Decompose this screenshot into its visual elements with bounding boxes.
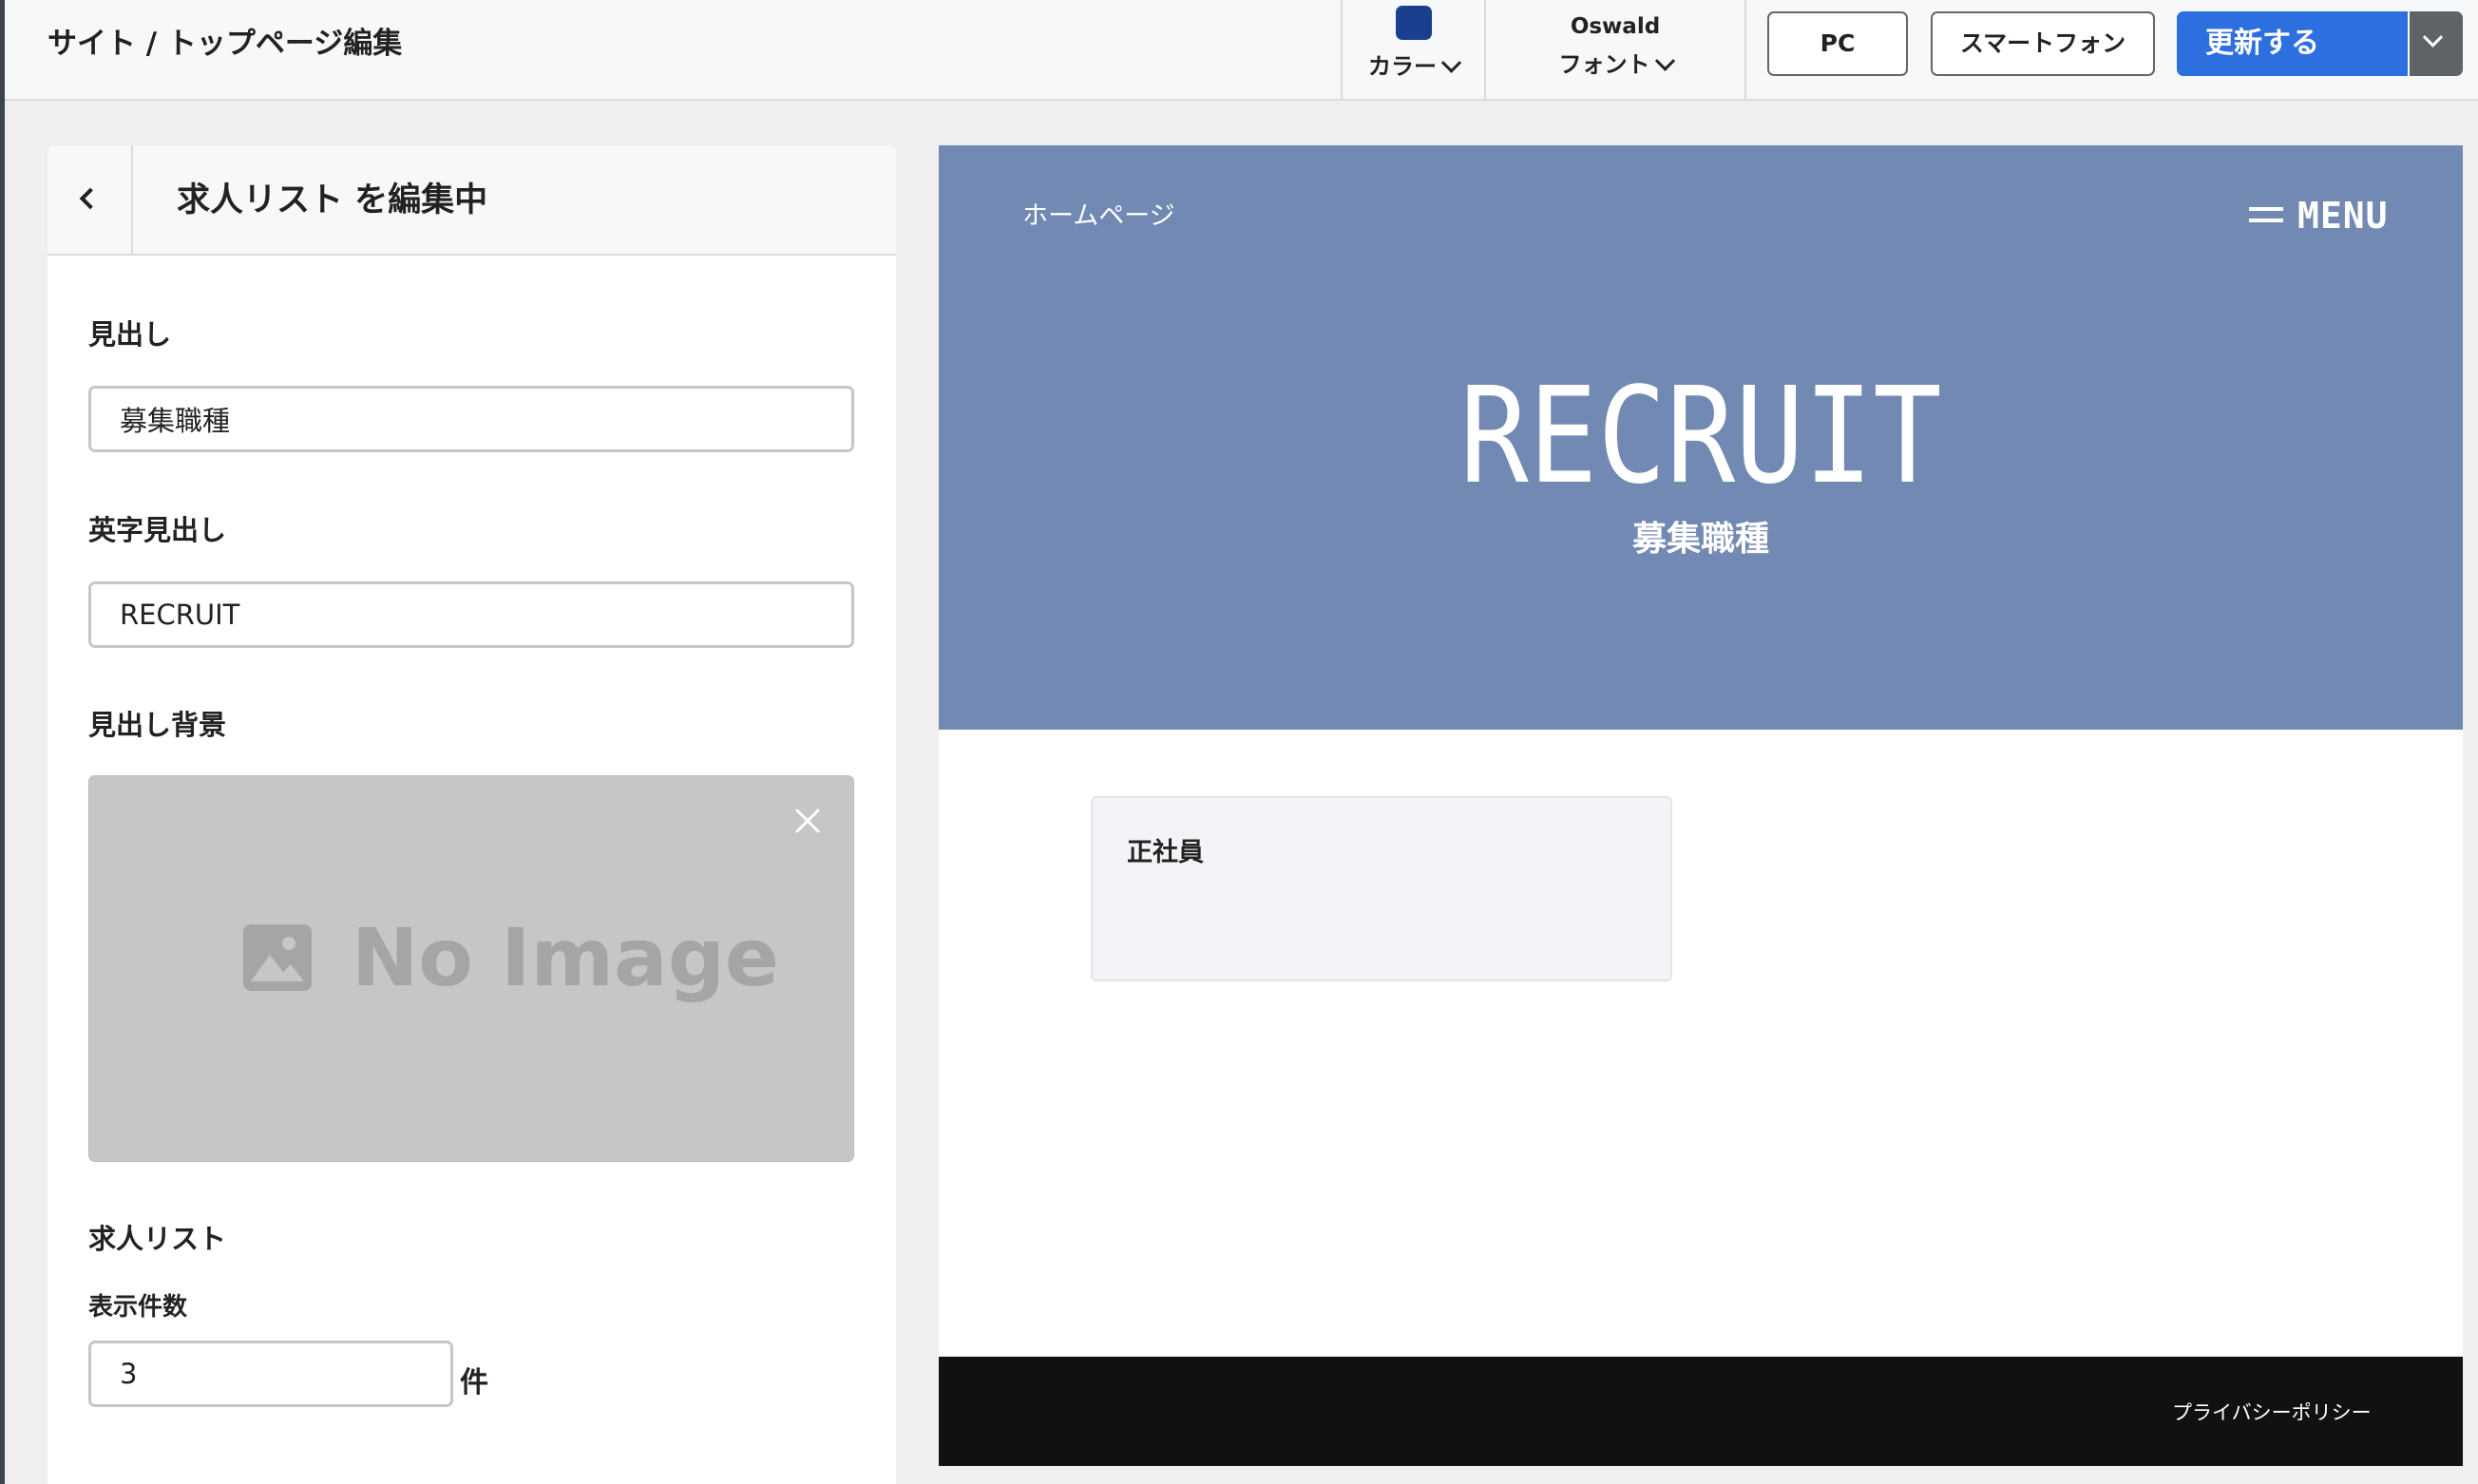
english-heading-input[interactable]	[88, 581, 854, 648]
preview-menu-button[interactable]: MENU	[2297, 194, 2389, 238]
heading-label: 見出し	[88, 318, 172, 351]
toolbar-divider	[1744, 0, 1746, 101]
color-swatch[interactable]	[1396, 6, 1432, 40]
breadcrumb: サイト / トップページ編集	[48, 27, 403, 61]
count-unit: 件	[460, 1366, 488, 1399]
image-placeholder-icon	[243, 924, 312, 991]
pc-view-button[interactable]: PC	[1767, 11, 1908, 76]
privacy-policy-link[interactable]: プライバシーポリシー	[2172, 1397, 2372, 1429]
job-card-title: 正社員	[1127, 838, 1204, 867]
close-icon[interactable]	[794, 808, 821, 834]
preview-job-card[interactable]	[1091, 796, 1672, 981]
panel-title: 求人リスト を編集中	[177, 181, 488, 219]
display-count-label: 表示件数	[88, 1293, 188, 1322]
no-image-text: No Image	[352, 911, 779, 1004]
preview-home-link[interactable]: ホームページ	[1022, 198, 1175, 236]
preview-title: RECRUIT	[1459, 359, 1942, 514]
font-dropdown-label: フォント	[1558, 51, 1650, 78]
font-dropdown[interactable]: フォント	[1486, 48, 1744, 82]
chevron-down-icon	[1440, 52, 1462, 73]
chevron-down-icon	[1654, 50, 1675, 71]
smartphone-view-button[interactable]: スマートフォン	[1931, 11, 2155, 76]
job-list-label: 求人リスト	[88, 1223, 227, 1255]
english-heading-label: 英字見出し	[88, 514, 227, 546]
hamburger-icon[interactable]	[2249, 205, 2283, 226]
window-edge	[0, 0, 5, 1484]
update-button[interactable]: 更新する	[2177, 11, 2408, 76]
font-name: Oswald	[1570, 14, 1661, 39]
color-dropdown[interactable]: カラー	[1343, 49, 1484, 84]
preview-subtitle: 募集職種	[1631, 520, 1769, 559]
heading-input[interactable]	[88, 386, 854, 452]
display-count-input[interactable]	[88, 1341, 453, 1407]
color-dropdown-label: カラー	[1368, 53, 1437, 80]
update-options-button[interactable]	[2410, 11, 2463, 76]
heading-background-label: 見出し背景	[88, 709, 227, 741]
chevron-down-icon	[2422, 27, 2444, 48]
